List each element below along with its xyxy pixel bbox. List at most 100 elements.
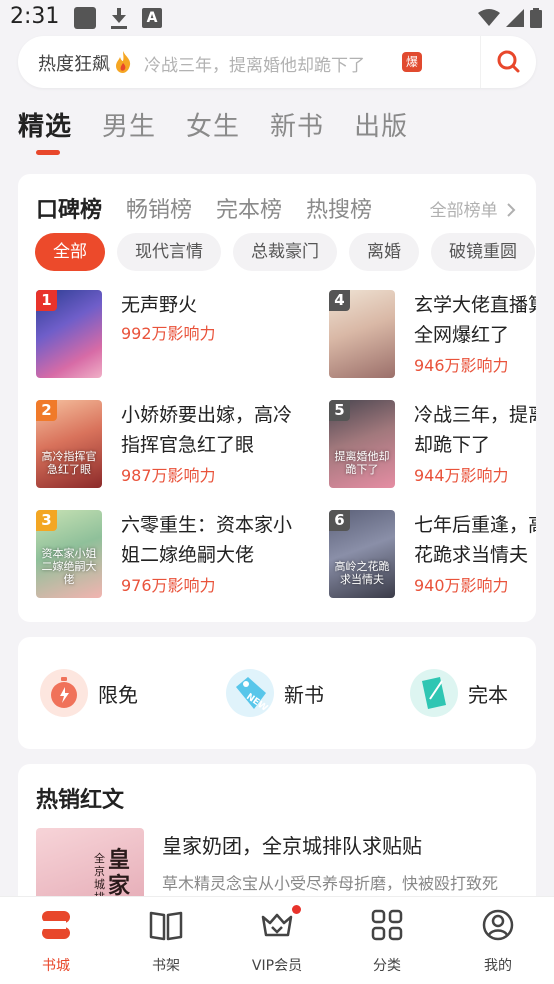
nav-profile[interactable]: 我的 [453,905,543,975]
filter-divorce[interactable]: 离婚 [349,233,419,271]
tab-completed-rank[interactable]: 完本榜 [216,192,282,224]
book-item-1[interactable]: 1 无声野火 992万影响力 [36,290,296,378]
book-item-5[interactable]: 5 提离婚他却跪下了 冷战三年，提离婚他却跪下了 944万影响力 [329,400,536,488]
fire-icon [116,51,131,73]
section-title: 热销红文 [36,788,125,813]
wifi-icon [478,9,500,26]
category-grid-icon [371,909,403,941]
notification-dot [292,905,301,914]
filter-modern-romance[interactable]: 现代言情 [117,233,221,271]
status-bar: 2:31 A [0,0,554,36]
tab-featured[interactable]: 精选 [18,106,72,143]
nav-bookshelf[interactable]: 书架 [121,905,211,975]
nav-vip-label: VIP会员 [251,958,303,974]
book-cover: 6 高岭之花跪求当情夫 [329,510,395,598]
nav-bookstore[interactable]: 书城 [11,905,101,975]
search-divider [480,36,481,88]
signal-icon [506,9,524,27]
cover-title: 提离婚他却跪下了 [334,450,390,476]
search-icon [497,50,520,73]
book-cover: 2 高冷指挥官急红了眼 [36,400,102,488]
book-title: 玄学大佬直播算命，全网爆红了 [414,294,536,346]
book-title: 无声野火 [121,294,198,316]
cover-title: 资本家小姐二嫁绝嗣大佬 [41,547,97,586]
tab-publishing[interactable]: 出版 [354,106,408,143]
cover-title: 高冷指挥官急红了眼 [41,450,97,476]
free-limited-label: 限免 [98,682,138,707]
all-rankings-link[interactable]: 全部榜单 [430,196,516,221]
channel-tabs: 精选 男生 女生 新书 出版 [18,106,438,143]
rank-badge: 6 [329,510,350,531]
bottom-navigation: 书城 书架 VIP会员 分类 我的 [0,896,554,984]
hot-book-description: 草木精灵念宝从小受尽养母折磨，快被殴打致死 [162,874,499,893]
cover-title: 皇家 [108,848,131,899]
book-influence: 992万影响力 [121,324,216,343]
cover-title: 高岭之花跪求当情夫 [334,560,390,586]
app-notification-icon [74,7,96,29]
status-time: 2:31 [10,4,60,29]
search-bar[interactable]: 热度狂飙 冷战三年，提离婚他却跪下了 爆 [18,36,536,88]
rank-badge: 1 [36,290,57,311]
book-item-4[interactable]: 4 玄学大佬直播算命，全网爆红了 946万影响力 [329,290,536,378]
filter-ceo[interactable]: 总裁豪门 [233,233,337,271]
battery-icon [530,8,542,28]
bookshelf-icon [149,911,183,941]
all-rankings-label: 全部榜单 [429,201,498,221]
bookstore-icon [42,911,70,939]
nav-vip[interactable]: VIP会员 [232,905,322,975]
active-tab-indicator [36,150,60,155]
profile-icon [482,909,514,941]
nav-category-label: 分类 [373,958,401,974]
status-notification-icons: A [74,7,162,29]
book-influence: 976万影响力 [121,576,216,595]
new-books-entry[interactable]: NEW 新书 [226,669,324,717]
book-title: 七年后重逢，高岭之花跪求当情夫 [414,514,536,566]
font-notification-icon: A [142,8,162,28]
nav-category[interactable]: 分类 [342,905,432,975]
book-title: 小娇娇要出嫁，高冷指挥官急红了眼 [121,404,293,456]
stopwatch-icon [40,669,88,717]
tab-bestseller-rank[interactable]: 畅销榜 [126,192,192,224]
book-influence: 946万影响力 [414,356,509,375]
new-tag-icon: NEW [226,669,274,717]
tab-female[interactable]: 女生 [186,106,240,143]
new-books-label: 新书 [284,682,324,707]
genre-filter-row: 全部 现代言情 总裁豪门 离婚 破镜重圆 [35,233,536,271]
filter-all[interactable]: 全部 [35,233,105,271]
book-item-2[interactable]: 2 高冷指挥官急红了眼 小娇娇要出嫁，高冷指挥官急红了眼 987万影响力 [36,400,296,488]
book-cover: 5 提离婚他却跪下了 [329,400,395,488]
tab-male[interactable]: 男生 [102,106,156,143]
tab-hot-search-rank[interactable]: 热搜榜 [306,192,372,224]
book-item-3[interactable]: 3 资本家小姐二嫁绝嗣大佬 六零重生：资本家小姐二嫁绝嗣大佬 976万影响力 [36,510,296,598]
completed-books-entry[interactable]: 完本 [410,669,508,717]
chevron-right-icon [507,203,516,217]
book-cover: 1 [36,290,102,378]
rank-badge: 2 [36,400,57,421]
book-item-6[interactable]: 6 高岭之花跪求当情夫 七年后重逢，高岭之花跪求当情夫 940万影响力 [329,510,536,598]
search-input[interactable]: 冷战三年，提离婚他却跪下了 [144,51,365,76]
nav-profile-label: 我的 [484,958,512,974]
free-limited-entry[interactable]: 限免 [40,669,138,717]
ranking-card: 口碑榜 畅销榜 完本榜 热搜榜 全部榜单 全部 现代言情 总裁豪门 离婚 破镜重… [18,174,536,622]
ranking-tabs: 口碑榜 畅销榜 完本榜 热搜榜 [36,192,396,224]
book-title: 冷战三年，提离婚他却跪下了 [414,404,536,456]
download-icon [108,7,130,29]
hot-trend-label: 热度狂飙 [38,54,110,75]
filter-reunion[interactable]: 破镜重圆 [431,233,535,271]
search-button[interactable] [482,36,536,88]
nav-bookstore-label: 书城 [42,958,70,974]
book-influence: 944万影响力 [414,466,509,485]
book-cover: 4 [329,290,395,378]
quick-entry-card: 限免 NEW 新书 完本 [18,637,536,749]
vip-crown-icon [261,913,293,937]
rank-badge: 5 [329,400,350,421]
hot-book-title[interactable]: 皇家奶团，全京城排队求贴贴 [162,830,422,859]
nav-bookshelf-label: 书架 [152,958,180,974]
tab-reputation-rank[interactable]: 口碑榜 [36,192,102,224]
book-complete-icon [410,669,458,717]
tab-new-books[interactable]: 新书 [270,106,324,143]
book-cover: 3 资本家小姐二嫁绝嗣大佬 [36,510,102,598]
book-influence: 987万影响力 [121,466,216,485]
rank-badge: 4 [329,290,350,311]
rank-badge: 3 [36,510,57,531]
